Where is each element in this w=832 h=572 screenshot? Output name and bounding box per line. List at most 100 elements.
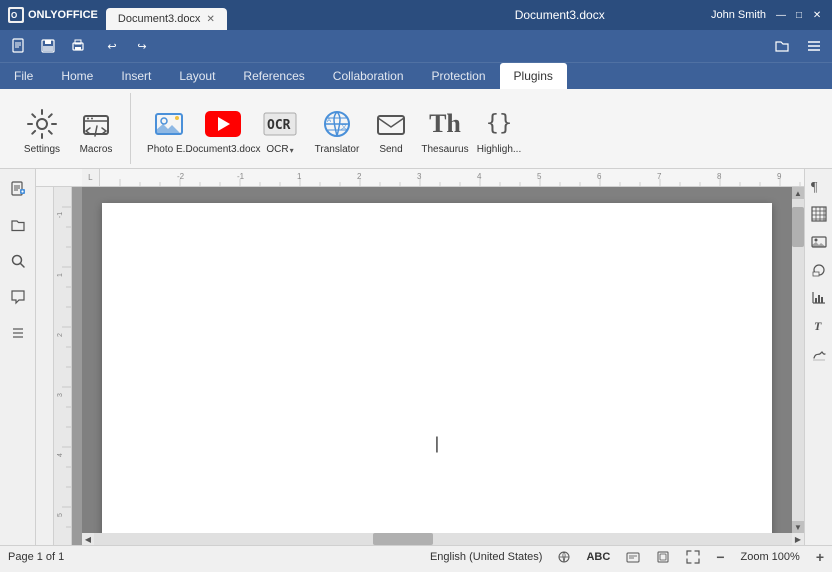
youtube-button[interactable]: Document3.docx: [197, 96, 249, 164]
svg-text:-1: -1: [57, 212, 64, 218]
ribbon: Settings Macros: [0, 89, 832, 169]
v-ruler: -1 1 2 3 4 5 6: [54, 187, 72, 545]
tab-bar: Document3.docx ✕: [106, 0, 409, 30]
highlight-label: Highligh...: [477, 144, 521, 156]
tab-plugins[interactable]: Plugins: [500, 63, 567, 89]
svg-text:A: A: [327, 118, 331, 124]
tab-layout[interactable]: Layout: [165, 63, 229, 89]
zoom-out-button[interactable]: −: [716, 549, 724, 565]
tab-close-button[interactable]: ✕: [206, 14, 214, 25]
tab-label: Document3.docx: [118, 13, 201, 25]
save-button[interactable]: [34, 32, 62, 60]
full-screen-button[interactable]: [686, 550, 700, 564]
scroll-track[interactable]: [792, 199, 804, 521]
language-globe-button[interactable]: [558, 551, 570, 563]
translator-button[interactable]: A 文 Translator: [311, 96, 363, 164]
app-logo-icon: O: [8, 7, 24, 23]
menubar: ↩ ↪: [0, 30, 832, 62]
svg-text:OCR: OCR: [267, 118, 291, 133]
highlight-button[interactable]: {} Highligh...: [473, 96, 525, 164]
language-selector[interactable]: English (United States): [430, 551, 543, 563]
svg-text:-2: -2: [177, 172, 185, 181]
svg-text:5: 5: [57, 513, 64, 517]
table-settings-icon[interactable]: [808, 203, 830, 225]
scroll-down-arrow[interactable]: ▼: [792, 521, 804, 533]
redo-button[interactable]: ↪: [128, 32, 156, 60]
scroll-right-arrow[interactable]: ▶: [792, 533, 804, 545]
ocr-button[interactable]: OCR OCR ▾: [251, 96, 309, 164]
track-changes-button[interactable]: [626, 550, 640, 564]
right-sidebar: ¶: [804, 169, 832, 545]
svg-text:4: 4: [57, 453, 64, 457]
thesaurus-button[interactable]: Th Thesaurus: [419, 96, 471, 164]
search-icon[interactable]: [4, 247, 32, 275]
menu-right-controls: [768, 32, 828, 60]
h-scroll-thumb[interactable]: [373, 533, 433, 545]
youtube-label: Document3.docx: [185, 144, 260, 156]
print-button[interactable]: [64, 32, 92, 60]
ribbon-group-tools: Settings Macros: [8, 93, 131, 164]
tab-file[interactable]: File: [0, 63, 47, 89]
list-icon[interactable]: [4, 319, 32, 347]
menu-left-controls: ↩ ↪: [4, 32, 156, 60]
app-name-label: ONLYOFFICE: [28, 9, 98, 21]
send-button[interactable]: Send: [365, 96, 417, 164]
minimize-button[interactable]: —: [774, 8, 788, 22]
tab-protection[interactable]: Protection: [418, 63, 500, 89]
ocr-icon: OCR: [262, 106, 298, 142]
open-folder-button[interactable]: [768, 32, 796, 60]
document-page[interactable]: |: [102, 203, 772, 533]
svg-text:¶: ¶: [811, 180, 818, 194]
macros-label: Macros: [80, 144, 113, 156]
editor-body: -1 1 2 3 4 5 6: [36, 187, 804, 545]
page-info: Page 1 of 1: [8, 551, 64, 563]
sidebar-new-icon[interactable]: [4, 175, 32, 203]
tab-references[interactable]: References: [229, 63, 318, 89]
svg-text:5: 5: [537, 172, 542, 181]
scroll-thumb[interactable]: [792, 207, 804, 247]
language-label: English (United States): [430, 551, 543, 563]
page-area[interactable]: |: [82, 187, 792, 533]
macros-button[interactable]: Macros: [70, 96, 122, 164]
hamburger-button[interactable]: [800, 32, 828, 60]
user-name: John Smith: [711, 9, 766, 21]
sidebar-open-icon[interactable]: [4, 211, 32, 239]
signature-settings-icon[interactable]: [808, 343, 830, 365]
spell-check-label: ABC: [586, 551, 610, 563]
maximize-button[interactable]: □: [792, 8, 806, 22]
send-icon: [373, 106, 409, 142]
close-button[interactable]: ✕: [810, 8, 824, 22]
comment-icon[interactable]: [4, 283, 32, 311]
youtube-play-triangle: [218, 117, 230, 131]
page-scroll-area: | ▲ ▼ ◀: [82, 187, 804, 545]
svg-text:6: 6: [597, 172, 602, 181]
document-tab[interactable]: Document3.docx ✕: [106, 8, 227, 30]
svg-text:7: 7: [657, 172, 662, 181]
h-scroll-track[interactable]: [94, 533, 792, 545]
svg-text:-1: -1: [237, 172, 245, 181]
spell-check-button[interactable]: ABC: [586, 551, 610, 563]
paragraph-settings-icon[interactable]: ¶: [808, 175, 830, 197]
statusbar: Page 1 of 1 English (United States) ABC …: [0, 545, 832, 567]
fit-page-button[interactable]: [656, 550, 670, 564]
thesaurus-label: Thesaurus: [421, 144, 468, 156]
horizontal-scrollbar[interactable]: ◀ ▶: [82, 533, 804, 545]
tab-insert[interactable]: Insert: [107, 63, 165, 89]
photo-editor-icon: [151, 106, 187, 142]
tab-home[interactable]: Home: [47, 63, 107, 89]
tab-collaboration[interactable]: Collaboration: [319, 63, 418, 89]
new-file-button[interactable]: [4, 32, 32, 60]
shape-settings-icon[interactable]: [808, 259, 830, 281]
image-settings-icon[interactable]: [808, 231, 830, 253]
svg-text:2: 2: [357, 172, 362, 181]
svg-text:1: 1: [297, 172, 302, 181]
undo-button[interactable]: ↩: [98, 32, 126, 60]
scroll-up-arrow[interactable]: ▲: [792, 187, 804, 199]
zoom-in-button[interactable]: +: [816, 549, 824, 565]
vertical-scrollbar[interactable]: ▲ ▼: [792, 187, 804, 533]
chart-settings-icon[interactable]: [808, 287, 830, 309]
scroll-left-arrow[interactable]: ◀: [82, 533, 94, 545]
settings-button[interactable]: Settings: [16, 96, 68, 164]
ribbon-group-plugins: Photo E... Document3.docx OCR OCR ▾: [135, 93, 533, 164]
text-art-settings-icon[interactable]: T: [808, 315, 830, 337]
